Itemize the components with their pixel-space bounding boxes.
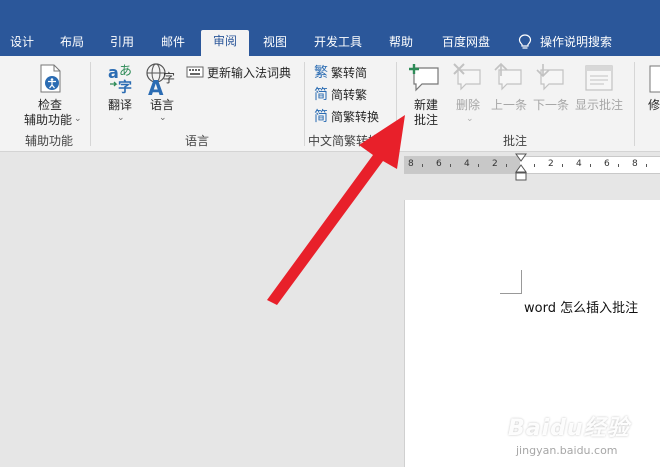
t2s-label: 繁转简 [331,65,368,80]
ribbon-tab-bar: 设计 布局 引用 邮件 审阅 视图 开发工具 帮助 百度网盘 操作说明搜索 [0,0,660,56]
ruler-number: 6 [604,159,610,169]
tell-me-search[interactable]: 操作说明搜索 [518,32,612,52]
next-comment-button[interactable]: 下一条 [530,98,572,113]
ruler-number: 6 [436,159,442,169]
svg-text:字: 字 [163,70,175,85]
svg-text:あ: あ [119,64,132,79]
group-label-comments: 批注 [502,134,527,148]
check-accessibility-line2[interactable]: 辅助功能 [18,113,78,128]
previous-comment-icon[interactable] [493,62,525,92]
group-label-accessibility: 辅助功能 [24,134,73,148]
translate-icon[interactable]: a あ 字 [106,62,136,94]
chevron-down-icon[interactable]: ⌄ [74,114,82,124]
ruler-number: 2 [492,159,498,169]
ruler-tick [590,164,591,167]
previous-comment-button[interactable]: 上一条 [488,98,530,113]
ruler-tick [646,164,647,167]
ruler-number: 8 [632,159,638,169]
lightbulb-icon [518,34,532,49]
tell-me-label: 操作说明搜索 [540,35,613,49]
language-button[interactable]: 语言 [146,98,178,113]
delete-comment-icon[interactable] [452,62,484,92]
keyboard-icon [186,66,204,78]
tab-references[interactable]: 引用 [104,32,140,56]
update-ime-label: 更新输入法词典 [207,65,292,80]
margin-corner-mark [500,270,522,294]
ruler-tick [450,164,451,167]
svg-text:字: 字 [118,79,132,94]
accessibility-check-icon[interactable] [38,64,64,94]
translate-button[interactable]: 翻译 [104,98,136,113]
svg-text:A: A [148,76,164,96]
indent-marker-icon[interactable] [514,152,528,182]
horizontal-ruler[interactable]: 8 6 4 2 2 4 6 8 [404,156,660,174]
language-icon[interactable]: A 字 [145,62,179,96]
tab-mailings[interactable]: 邮件 [155,32,191,56]
new-comment-icon[interactable] [408,62,442,92]
ruler-tick [618,164,619,167]
tab-help[interactable]: 帮助 [383,32,419,56]
next-comment-icon[interactable] [535,62,567,92]
ruler-number: 4 [576,159,582,169]
tab-baidu-netdisk[interactable]: 百度网盘 [434,32,498,56]
chevron-down-icon[interactable]: ⌄ [466,114,474,124]
ruler-number: 4 [464,159,470,169]
group-divider [90,62,91,146]
ruler-number: 2 [548,159,554,169]
track-changes-icon[interactable] [648,64,660,94]
traditional-to-simplified-button[interactable]: 繁 繁转简 [314,62,367,82]
baidu-jingyan-watermark: Baidu经验 jingyan.baidu.com [508,410,658,466]
check-accessibility-line1[interactable]: 检查 [24,98,76,113]
tab-review[interactable]: 审阅 [201,30,249,56]
red-arrow-annotation [267,115,405,305]
watermark-url: jingyan.baidu.com [516,444,618,457]
delete-comment-button[interactable]: 删除 [452,98,484,113]
show-comments-button[interactable]: 显示批注 [572,98,626,113]
chevron-down-icon[interactable]: ⌄ [159,113,167,123]
show-comments-icon[interactable] [584,64,614,92]
ruler-tick [478,164,479,167]
document-text[interactable]: word 怎么插入批注 [524,297,638,316]
tab-view[interactable]: 视图 [257,32,293,56]
chevron-down-icon[interactable]: ⌄ [117,113,125,123]
group-label-language: 语言 [184,134,209,148]
track-changes-button[interactable]: 修 [648,98,660,113]
tab-design[interactable]: 设计 [4,32,40,56]
group-divider [634,62,635,146]
ruler-tick [534,164,535,167]
tab-layout[interactable]: 布局 [54,32,90,56]
tab-developer[interactable]: 开发工具 [306,32,370,56]
watermark-logo-text: Baidu经验 [508,416,630,441]
ruler-tick [506,164,507,167]
update-ime-dictionary-button[interactable]: 更新输入法词典 [186,62,291,82]
ruler-tick [562,164,563,167]
traditional-char-icon: 繁 [314,65,328,81]
